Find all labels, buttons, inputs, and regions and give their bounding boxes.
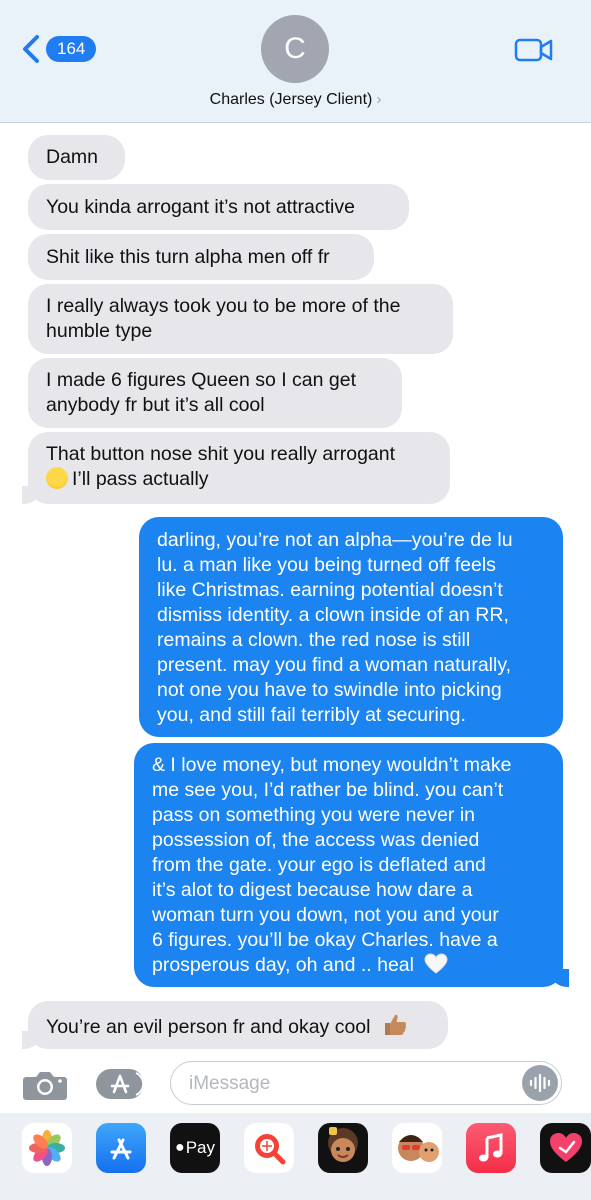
message-text: possession of, the access was denied — [152, 829, 480, 851]
unread-count-badge: 164 — [46, 36, 97, 62]
apple-pay-app-button[interactable]: ● Pay — [170, 1123, 220, 1173]
audio-waveform-icon — [529, 1073, 551, 1093]
message-text: prosperous day, oh and .. heal — [152, 954, 414, 976]
message-text: & I love money, but money wouldn’t make — [152, 754, 512, 776]
music-note-icon — [479, 1133, 503, 1162]
message-text: You’re an evil person fr and okay cool — [46, 1016, 371, 1038]
laughing-crying-emoji — [46, 467, 68, 489]
back-button[interactable]: 164 — [20, 34, 97, 64]
message-text: it’s alot to digest because how dare a — [152, 879, 473, 901]
message-text: humble type — [46, 320, 153, 342]
contact-name-button[interactable]: Charles (Jersey Client) › — [0, 91, 591, 109]
incoming-message-bubble[interactable]: Damn — [28, 135, 125, 180]
message-text: present. may you find a woman naturally, — [157, 654, 512, 676]
app-store-a-icon — [110, 1138, 132, 1160]
incoming-message-bubble[interactable]: I made 6 figures Queen so I can get anyb… — [28, 358, 402, 428]
message-text: woman turn you down, not you and your — [152, 904, 499, 926]
outgoing-message-bubble[interactable]: darling, you’re not an alpha—you’re de l… — [139, 517, 563, 737]
message-text: 6 figures. you’ll be okay Charles. have … — [152, 929, 498, 951]
digital-touch-heart-icon — [549, 1133, 582, 1162]
facetime-video-button[interactable] — [514, 36, 554, 69]
message-text: like Christmas. earning potential doesn’… — [157, 579, 503, 601]
message-text: you, and still fail terribly at securing… — [157, 704, 466, 726]
message-text: That button nose shit you really arrogan… — [46, 443, 396, 465]
apple-pay-label: Pay — [185, 1138, 215, 1157]
message-text: Damn — [46, 146, 99, 168]
photos-icon — [29, 1130, 65, 1166]
message-text: anybody fr but it’s all cool — [46, 394, 265, 416]
imessage-app-drawer: ● Pay — [0, 1113, 591, 1200]
images-search-app-button[interactable] — [244, 1123, 294, 1173]
photos-app-button[interactable] — [22, 1123, 72, 1173]
incoming-message-bubble[interactable]: You kinda arrogant it’s not attractive — [28, 184, 409, 230]
message-composer — [0, 1055, 591, 1113]
incoming-message-bubble[interactable]: That button nose shit you really arrogan… — [28, 432, 450, 504]
white-heart-emoji — [424, 953, 448, 974]
camera-button[interactable] — [22, 1069, 68, 1106]
app-store-icon — [96, 1069, 145, 1099]
chevron-left-icon — [23, 35, 39, 63]
images-search-icon — [255, 1134, 286, 1165]
outgoing-message-bubble[interactable]: & I love money, but money wouldn’t make … — [134, 743, 563, 987]
message-text: lu. a man like you being turned off feel… — [157, 554, 496, 576]
apple-logo-icon: ● — [175, 1139, 185, 1156]
message-text: darling, you’re not an alpha—you’re de l… — [157, 529, 513, 551]
contact-name: Charles (Jersey Client) — [209, 91, 373, 108]
memoji-stickers-icon — [398, 1135, 439, 1162]
contact-avatar[interactable]: C — [261, 15, 329, 83]
app-store-apps-button[interactable] — [94, 1067, 148, 1106]
message-text: Shit like this turn alpha men off fr — [46, 246, 330, 268]
message-text: You kinda arrogant it’s not attractive — [46, 196, 355, 218]
message-text: from the gate. your ego is deflated and — [152, 854, 486, 876]
message-text: not one you have to swindle into picking — [157, 679, 502, 701]
chevron-right-icon: › — [376, 91, 382, 108]
thumbs-up-emoji — [384, 1014, 406, 1035]
message-text: pass on something you were never in — [152, 804, 476, 826]
conversation-header: 164 C Charles (Jersey Client) › — [0, 0, 591, 123]
memoji-stickers-app-button[interactable] — [392, 1123, 442, 1173]
video-camera-icon — [514, 38, 553, 62]
memoji-app-button[interactable] — [318, 1123, 368, 1173]
incoming-message-bubble[interactable]: I really always took you to be more of t… — [28, 284, 453, 354]
camera-icon — [23, 1072, 67, 1100]
bubble-tail — [551, 969, 569, 987]
incoming-message-bubble[interactable]: You’re an evil person fr and okay cool — [28, 1001, 448, 1049]
music-app-button[interactable] — [466, 1123, 516, 1173]
message-text: I made 6 figures Queen so I can get — [46, 369, 357, 391]
message-text: I really always took you to be more of t… — [46, 295, 401, 317]
message-input[interactable] — [187, 1072, 511, 1096]
memoji-icon — [328, 1127, 358, 1162]
message-text: remains a clown. the red nose is still — [157, 629, 471, 651]
message-text: I’ll pass actually — [72, 468, 209, 490]
message-text: me see you, I’d rather be blind. you can… — [152, 779, 504, 801]
app-store-app-button[interactable] — [96, 1123, 146, 1173]
dictation-button[interactable] — [522, 1065, 558, 1101]
imessage-input-field[interactable] — [170, 1061, 562, 1105]
digital-touch-app-button[interactable] — [540, 1123, 591, 1173]
message-text: dismiss identity. a clown inside of an R… — [157, 604, 509, 626]
incoming-message-bubble[interactable]: Shit like this turn alpha men off fr — [28, 234, 374, 280]
avatar-initial: C — [284, 32, 306, 65]
